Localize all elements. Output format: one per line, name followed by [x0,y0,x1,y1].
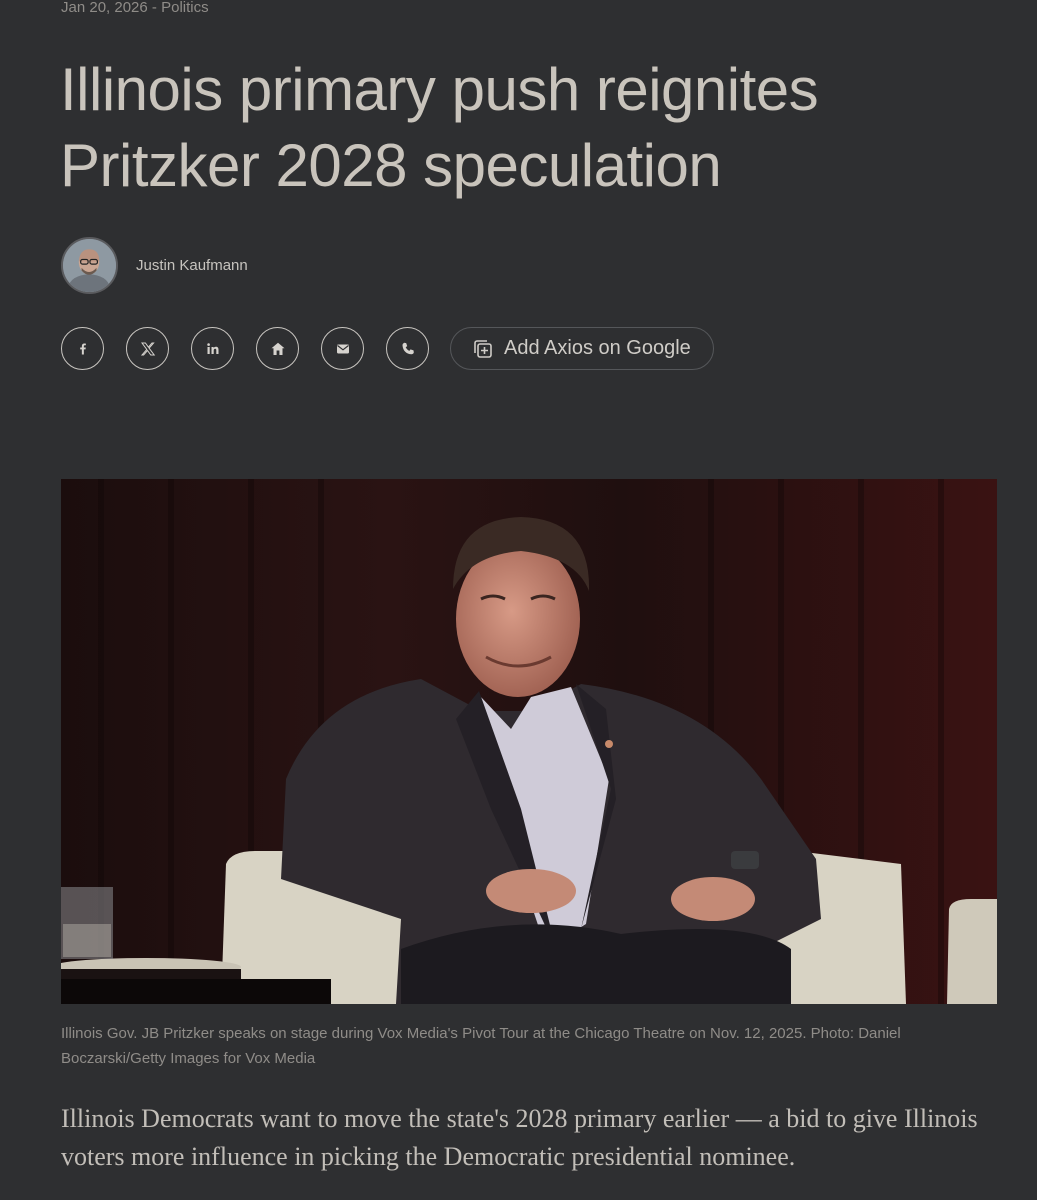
linkedin-share-button[interactable] [191,327,234,370]
x-share-button[interactable] [126,327,169,370]
hero-photo [61,479,997,1004]
article-date: Jan 20, 2026 [61,0,148,16]
facebook-share-button[interactable] [61,327,104,370]
facebook-icon [79,343,86,354]
phone-icon [402,342,414,354]
byline: Justin Kaufmann [61,237,248,294]
photo-caption: Illinois Gov. JB Pritzker speaks on stag… [61,1025,901,1067]
phone-share-button[interactable] [386,327,429,370]
author-avatar[interactable] [61,237,118,294]
author-name[interactable]: Justin Kaufmann [136,257,248,274]
email-icon [336,344,349,353]
share-bar: Add Axios on Google [61,327,714,370]
x-icon [140,342,155,355]
meta-separator: - [147,0,162,16]
article-headline: Illinois primary push reignites Pritzker… [60,56,819,199]
article-lede: Illinois Democrats want to move the stat… [61,1104,978,1171]
linkedin-icon [206,342,218,354]
article-section[interactable]: Politics [161,0,209,16]
home-icon [271,342,284,355]
home-share-button[interactable] [256,327,299,370]
article-meta: Jan 20, 2026 - Politics [61,0,209,16]
add-source-icon [474,339,492,358]
add-axios-on-google-label: Add Axios on Google [504,337,691,359]
author-photo [63,239,116,292]
email-share-button[interactable] [321,327,364,370]
add-axios-on-google-button[interactable]: Add Axios on Google [450,327,714,370]
pritzker-photo [61,479,997,1004]
